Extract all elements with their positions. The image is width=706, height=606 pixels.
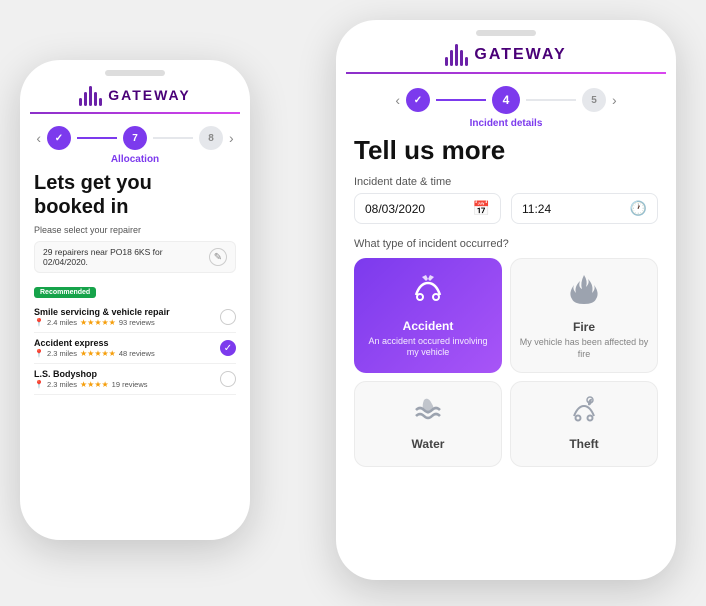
repairer-meta-2: 📍 2.3 miles ★★★★★ 48 reviews: [34, 349, 220, 358]
water-name: Water: [412, 437, 445, 451]
repairer-distance-1: 2.4 miles: [47, 318, 77, 327]
accident-icon: [408, 273, 448, 313]
small-step-line-1: [77, 137, 117, 139]
large-prev-arrow[interactable]: ‹: [395, 92, 400, 108]
stars-3: ★★★★: [80, 380, 109, 389]
large-step-indicator: ‹ ✓ 4 5 ›: [336, 82, 676, 118]
time-input[interactable]: 11:24 🕐: [511, 193, 658, 224]
repairer-info-3: L.S. Bodyshop 📍 2.3 miles ★★★★ 19 review…: [34, 369, 220, 389]
select-circle-1[interactable]: [220, 309, 236, 325]
large-step-3[interactable]: 5: [582, 88, 606, 112]
small-phone-content: Lets get you booked in Please select you…: [20, 171, 250, 395]
repairer-distance-3: 2.3 miles: [47, 380, 77, 389]
date-field-label: Incident date & time: [354, 176, 658, 188]
repairer-meta-1: 📍 2.4 miles ★★★★★ 93 reviews: [34, 318, 220, 327]
select-circle-2[interactable]: ✓: [220, 340, 236, 356]
repairer-item-3[interactable]: L.S. Bodyshop 📍 2.3 miles ★★★★ 19 review…: [34, 364, 236, 395]
time-value: 11:24: [522, 202, 551, 216]
fire-desc: My vehicle has been affected by fire: [519, 337, 649, 360]
small-logo-underline: [30, 112, 240, 114]
edit-icon[interactable]: ✎: [209, 248, 227, 266]
small-phone: GATEWAY ‹ ✓ 7 8 › Allocation Lets get yo…: [20, 60, 250, 540]
large-phone-content: Tell us more Incident date & time 08/03/…: [336, 135, 676, 467]
incident-card-theft[interactable]: Theft: [510, 381, 658, 467]
theft-icon: [564, 394, 604, 431]
repairer-item-1[interactable]: Smile servicing & vehicle repair 📍 2.4 m…: [34, 302, 236, 333]
small-subtitle: Please select your repairer: [34, 225, 236, 235]
incident-card-accident[interactable]: Accident An accident occured involving m…: [354, 258, 502, 373]
location-text: 29 repairers near PO18 6KS for 02/04/202…: [43, 247, 209, 267]
gateway-bars-icon: [79, 84, 102, 106]
large-next-arrow[interactable]: ›: [612, 92, 617, 108]
small-gateway-logo: GATEWAY: [20, 76, 250, 112]
large-step-line-2: [526, 99, 576, 101]
large-logo-underline: [346, 72, 666, 74]
large-step-2[interactable]: 4: [492, 86, 520, 114]
large-step-1[interactable]: ✓: [406, 88, 430, 112]
large-step-line-1: [436, 99, 486, 101]
reviews-2: 48 reviews: [119, 349, 155, 358]
large-gateway-bars-icon: [445, 44, 468, 66]
incident-card-fire[interactable]: Fire My vehicle has been affected by fir…: [510, 258, 658, 373]
date-input[interactable]: 08/03/2020 📅: [354, 193, 501, 224]
pin-icon-3: 📍: [34, 380, 44, 389]
water-icon: [408, 394, 448, 431]
small-step-line-2: [153, 137, 193, 139]
select-circle-3[interactable]: [220, 371, 236, 387]
repairer-item-2[interactable]: Accident express 📍 2.3 miles ★★★★★ 48 re…: [34, 333, 236, 364]
repairer-name-2: Accident express: [34, 338, 220, 348]
date-value: 08/03/2020: [365, 202, 425, 216]
reviews-3: 19 reviews: [112, 380, 148, 389]
large-step-label: Incident details: [336, 118, 676, 129]
small-step-indicator: ‹ ✓ 7 8 ›: [20, 122, 250, 154]
fire-icon: [566, 271, 602, 314]
accident-name: Accident: [403, 319, 454, 333]
small-step-3[interactable]: 8: [199, 126, 223, 150]
large-gateway-logo: GATEWAY: [336, 36, 676, 72]
pin-icon-1: 📍: [34, 318, 44, 327]
stars-2: ★★★★★: [80, 349, 116, 358]
repairer-info-1: Smile servicing & vehicle repair 📍 2.4 m…: [34, 307, 220, 327]
reviews-1: 93 reviews: [119, 318, 155, 327]
small-gateway-text: GATEWAY: [108, 87, 190, 103]
incident-grid: Accident An accident occured involving m…: [354, 258, 658, 467]
incident-type-label: What type of incident occurred?: [354, 238, 658, 250]
small-prev-arrow[interactable]: ‹: [36, 130, 41, 146]
pin-icon-2: 📍: [34, 349, 44, 358]
small-step-1[interactable]: ✓: [47, 126, 71, 150]
repairer-name-3: L.S. Bodyshop: [34, 369, 220, 379]
repairer-meta-3: 📍 2.3 miles ★★★★ 19 reviews: [34, 380, 220, 389]
theft-name: Theft: [569, 437, 598, 451]
accident-desc: An accident occured involving my vehicle: [362, 336, 494, 359]
small-step-2[interactable]: 7: [123, 126, 147, 150]
recommended-badge: Recommended: [34, 287, 96, 298]
large-title: Tell us more: [354, 135, 658, 166]
large-phone: GATEWAY ‹ ✓ 4 5 › Incident details Tell …: [336, 20, 676, 580]
incident-card-water[interactable]: Water: [354, 381, 502, 467]
location-info: 29 repairers near PO18 6KS for 02/04/202…: [34, 241, 236, 273]
repairer-name-1: Smile servicing & vehicle repair: [34, 307, 220, 317]
fire-name: Fire: [573, 320, 595, 334]
repairer-distance-2: 2.3 miles: [47, 349, 77, 358]
date-time-row: 08/03/2020 📅 11:24 🕐: [354, 193, 658, 224]
stars-1: ★★★★★: [80, 318, 116, 327]
calendar-icon: 📅: [473, 200, 490, 217]
large-gateway-text: GATEWAY: [474, 46, 566, 64]
clock-icon: 🕐: [630, 200, 647, 217]
small-next-arrow[interactable]: ›: [229, 130, 234, 146]
small-step-label: Allocation: [20, 154, 250, 165]
repairer-info-2: Accident express 📍 2.3 miles ★★★★★ 48 re…: [34, 338, 220, 358]
small-title: Lets get you booked in: [34, 171, 236, 219]
